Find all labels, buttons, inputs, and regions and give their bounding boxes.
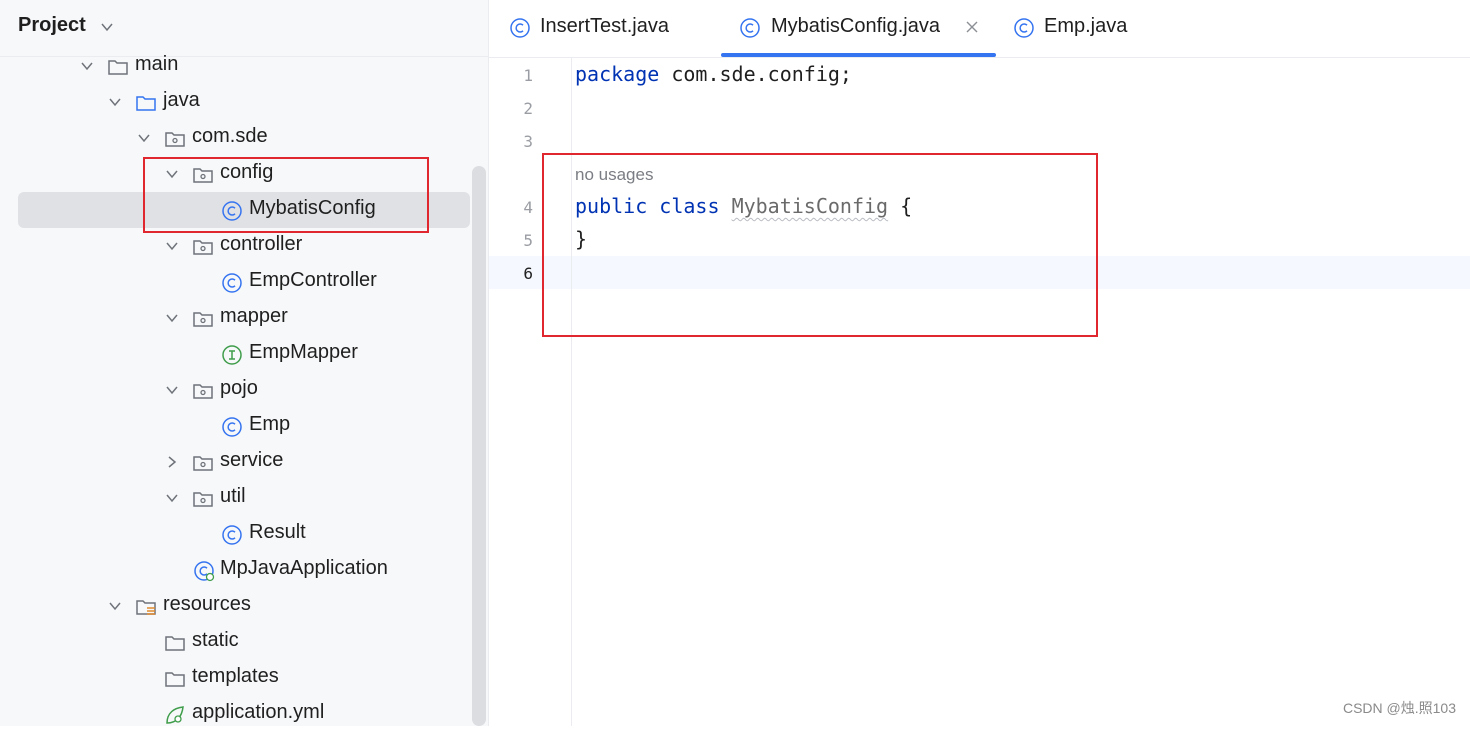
- tree-item-label: pojo: [220, 377, 258, 399]
- tree-item-label: static: [192, 629, 239, 651]
- close-icon[interactable]: [964, 19, 980, 35]
- package-icon: [193, 384, 213, 399]
- package-icon: [193, 456, 213, 471]
- code-line-1[interactable]: package com.sde.config;: [575, 62, 852, 86]
- tree-item-label: mapper: [220, 305, 288, 327]
- tree-item-label: resources: [163, 593, 251, 615]
- chevron-down-icon[interactable]: [100, 20, 114, 34]
- tree-item-pojo[interactable]: pojo: [0, 372, 472, 408]
- tree-item-label: controller: [220, 233, 303, 255]
- interface-icon: [222, 345, 242, 365]
- project-title[interactable]: Project: [18, 14, 86, 37]
- tab-label: InsertTest.java: [540, 15, 669, 37]
- tree-item-label: MpJavaApplication: [220, 557, 388, 579]
- tree-item-java[interactable]: java: [0, 84, 472, 120]
- code-text: com.sde.config;: [659, 62, 852, 86]
- chevron-down-icon[interactable]: [108, 95, 122, 109]
- chevron-down-icon[interactable]: [165, 383, 179, 397]
- folder-icon: [108, 60, 128, 75]
- editor-tabs: InsertTest.java MybatisConfig.java Emp.j…: [489, 0, 1470, 58]
- line-number: 2: [523, 99, 533, 118]
- spring-boot-class-icon: [194, 561, 215, 582]
- chevron-down-icon[interactable]: [108, 599, 122, 613]
- tree-item-static[interactable]: static: [0, 624, 472, 660]
- tree-item-controller[interactable]: controller: [0, 228, 472, 264]
- tree-item-mpjavaapplication[interactable]: MpJavaApplication: [0, 552, 472, 588]
- tree-item-label: service: [220, 449, 284, 471]
- line-number: 5: [523, 231, 533, 250]
- package-icon: [193, 492, 213, 507]
- tree-item-util[interactable]: util: [0, 480, 472, 516]
- source-folder-icon: [136, 96, 156, 111]
- chevron-down-icon[interactable]: [165, 311, 179, 325]
- tree-item-service[interactable]: service: [0, 444, 472, 480]
- folder-icon: [165, 672, 185, 687]
- tree-item-application-yml[interactable]: application.yml: [0, 696, 472, 732]
- highlight-box-tree: [143, 157, 429, 233]
- line-number: 6: [523, 264, 533, 283]
- editor-area: InsertTest.java MybatisConfig.java Emp.j…: [489, 0, 1470, 726]
- class-icon: [222, 525, 242, 545]
- spring-leaf-icon: [166, 706, 184, 724]
- tree-item-empcontroller[interactable]: EmpController: [0, 264, 472, 300]
- tree-item-templates[interactable]: templates: [0, 660, 472, 696]
- line-number: 4: [523, 198, 533, 217]
- package-icon: [193, 312, 213, 327]
- line-number: 1: [523, 66, 533, 85]
- package-icon: [193, 240, 213, 255]
- project-panel: Project main java com.sde config Mybatis…: [0, 0, 489, 726]
- chevron-down-icon[interactable]: [165, 239, 179, 253]
- tree-item-label: application.yml: [192, 701, 325, 723]
- tree-item-result[interactable]: Result: [0, 516, 472, 552]
- folder-icon: [165, 636, 185, 651]
- package-icon: [165, 132, 185, 147]
- tree-item-label: util: [220, 485, 246, 507]
- chevron-down-icon[interactable]: [80, 59, 94, 73]
- chevron-down-icon[interactable]: [165, 491, 179, 505]
- tree-item-label: EmpMapper: [249, 341, 358, 363]
- class-icon: [1014, 18, 1034, 38]
- tab-inserttest[interactable]: InsertTest.java: [509, 0, 699, 57]
- class-icon: [740, 18, 760, 38]
- tab-label: Emp.java: [1044, 15, 1128, 37]
- tab-emp[interactable]: Emp.java: [1013, 0, 1153, 57]
- tab-mybatisconfig[interactable]: MybatisConfig.java: [721, 0, 996, 57]
- active-tab-indicator: [721, 53, 996, 57]
- sidebar-scrollbar[interactable]: [472, 166, 486, 726]
- tree-item-emp[interactable]: Emp: [0, 408, 472, 444]
- tree-item-label: com.sde: [192, 125, 268, 147]
- highlight-box-editor: [542, 153, 1098, 337]
- class-icon: [510, 18, 530, 38]
- project-tree: main java com.sde config MybatisConfig c…: [0, 48, 488, 726]
- tree-item-label: templates: [192, 665, 279, 687]
- line-number: 3: [523, 132, 533, 151]
- tab-label: MybatisConfig.java: [771, 15, 940, 37]
- tree-item-label: java: [163, 89, 200, 111]
- tree-item-label: Result: [249, 521, 306, 543]
- tree-item-com-sde[interactable]: com.sde: [0, 120, 472, 156]
- tree-item-label: EmpController: [249, 269, 377, 291]
- watermark: CSDN @烛.照103: [1342, 700, 1456, 716]
- chevron-down-icon[interactable]: [137, 131, 151, 145]
- tree-item-resources[interactable]: resources: [0, 588, 472, 624]
- class-icon: [222, 417, 242, 437]
- resources-folder-icon: [136, 600, 156, 615]
- tree-item-label: Emp: [249, 413, 291, 435]
- class-icon: [222, 273, 242, 293]
- tree-item-empmapper[interactable]: EmpMapper: [0, 336, 472, 372]
- keyword: package: [575, 62, 660, 86]
- tree-item-mapper[interactable]: mapper: [0, 300, 472, 336]
- chevron-right-icon[interactable]: [165, 455, 179, 469]
- tree-item-main[interactable]: main: [0, 48, 472, 84]
- tree-item-label: main: [135, 53, 179, 75]
